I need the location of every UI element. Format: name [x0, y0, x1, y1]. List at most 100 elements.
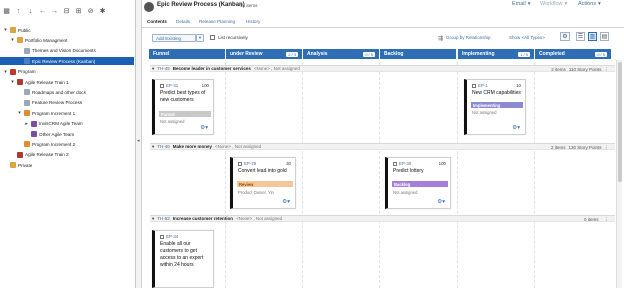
column-title: Backlog — [384, 51, 404, 57]
swimlane-header[interactable]: ▾ TH-45 Become leader in customer services… — [150, 65, 615, 72]
card-id-link[interactable]: EP-1 — [478, 83, 488, 88]
grid-icon[interactable]: ▦ — [2, 7, 11, 16]
sidebar-item-agile-release-train-1[interactable]: ▾ Agile Release Train 1 — [0, 78, 134, 86]
card-settings-icon[interactable]: ⚙▾ — [512, 125, 520, 131]
sidebar-item-program-increment-2[interactable]: Program Increment 2 — [0, 140, 134, 148]
card-id-link[interactable]: EP-34 — [166, 234, 178, 239]
swimlane-header[interactable]: ▾ TH-53 Increase customer retention <None> … — [150, 215, 615, 222]
card-title: Predict lottery — [393, 168, 424, 175]
column-header-implementing: Implementing 1 / 5 — [458, 49, 534, 59]
card-title-line: Predict lottery — [393, 168, 424, 174]
card-title: Convert lead into gold — [238, 168, 287, 175]
card-checkbox[interactable] — [160, 234, 164, 239]
kanban-card[interactable]: EP-29 30 Convert lead into gold Review Produ… — [230, 157, 296, 209]
collapse-arrow-icon[interactable]: ▾ — [152, 66, 154, 72]
team-icon — [31, 120, 37, 127]
card-checkbox[interactable] — [160, 83, 164, 88]
team-icon — [31, 131, 37, 137]
expanded-arrow-icon[interactable]: ▾ — [3, 69, 8, 75]
collapse-icon[interactable]: ⊟ — [62, 7, 71, 16]
list-recursively-checkbox[interactable] — [210, 35, 215, 40]
collapse-arrow-icon[interactable]: ▾ — [152, 144, 154, 150]
group-by-dropdown[interactable]: Group by Relationship — [446, 35, 491, 40]
card-settings-icon[interactable]: ⚙▾ — [200, 125, 208, 131]
doc-icon — [24, 89, 30, 96]
workflow-menu-label: Workflow — [540, 1, 563, 7]
group-icon[interactable]: ⇶ — [438, 35, 443, 42]
column-title: Analysis — [307, 51, 328, 57]
card-checkbox[interactable] — [472, 83, 476, 88]
tab-history[interactable]: History — [246, 19, 260, 24]
settings-icon[interactable]: ✱ — [98, 7, 107, 16]
kanban-card[interactable]: EP-30 100 Predict lottery Backlog Not assign… — [385, 157, 451, 209]
show-types-dropdown[interactable]: Show <All Types> — [509, 35, 545, 40]
theme-id[interactable]: TH-46 — [157, 144, 170, 149]
theme-id[interactable]: TH-53 — [157, 216, 170, 221]
collapse-handle-icon[interactable]: ◂ — [137, 138, 141, 146]
kanban-card[interactable]: EP-1 10 New CRM capabilities Implementing No… — [464, 79, 526, 135]
sidebar-item-epic-review-process-kanban[interactable]: Epic Review Process (Kanban) — [0, 57, 134, 66]
list-view-icon[interactable]: ☰ — [576, 32, 585, 41]
card-id-link[interactable]: EP-29 — [244, 161, 256, 166]
column-separator — [225, 62, 226, 288]
card-checkbox[interactable] — [238, 161, 242, 166]
collapsed-arrow-icon[interactable]: ▸ — [24, 121, 29, 127]
back-arrow-icon[interactable]: ← — [38, 7, 47, 16]
card-settings-icon[interactable]: ⚙▾ — [437, 199, 445, 205]
expanded-arrow-icon[interactable]: ▾ — [3, 27, 8, 33]
sidebar-item-label: Agile Release Train 1 — [25, 79, 69, 85]
board-view-icon[interactable]: ▥ — [588, 32, 597, 41]
kanban-card[interactable]: EP-31 100 Predict best types of new custome… — [152, 79, 214, 135]
actions-menu[interactable]: Actions ▾ — [578, 1, 601, 7]
swimlane-owner: <None> , Not assigned — [215, 144, 262, 149]
forward-arrow-icon[interactable]: → — [50, 7, 59, 16]
card-settings-icon[interactable]: ⚙▾ — [282, 199, 290, 205]
add-existing-button[interactable]: Add Existing — [152, 34, 196, 42]
vertical-scrollbar[interactable] — [616, 60, 622, 288]
tab-contents[interactable]: Contents — [147, 19, 167, 24]
chevron-down-icon: ▾ — [527, 1, 531, 7]
sidebar-item-program-increment-1[interactable]: ▾ Program Increment 1 — [0, 109, 134, 117]
chevron-down-icon: ▾ — [564, 1, 568, 7]
wip-limit-badge: 0 / 5 — [363, 51, 375, 57]
tab-details[interactable]: Details — [176, 19, 190, 24]
collapse-arrow-icon[interactable]: ▾ — [152, 216, 154, 222]
kanban-card[interactable]: EP-34 Enable all our customers to get acces… — [152, 230, 214, 288]
sidebar-item-program[interactable]: ▾ Program — [0, 68, 134, 76]
card-id-link[interactable]: EP-31 — [166, 83, 178, 88]
sidebar-item-inviscrm-agile-team[interactable]: ▸ InvisCRM Agile Team — [0, 120, 134, 128]
detail-view-icon[interactable]: ▤ — [600, 32, 609, 41]
swimlane-menu-icon[interactable]: ⋮ — [605, 217, 610, 223]
up-arrow-icon[interactable]: ↑ — [14, 7, 23, 16]
expanded-arrow-icon[interactable]: ▾ — [10, 79, 15, 85]
card-owner: Not assigned — [393, 190, 418, 195]
scrollbar-thumb[interactable] — [618, 62, 622, 182]
folder-icon — [10, 162, 16, 169]
email-menu[interactable]: Email ▾ — [512, 1, 531, 7]
theme-id[interactable]: TH-45 — [157, 66, 170, 71]
sidebar-item-roadmaps-and-other-docs[interactable]: Roadmaps and other docs — [0, 88, 134, 96]
add-existing-dropdown[interactable]: ▾ — [196, 34, 204, 42]
sidebar-item-other-agile-team[interactable]: Other Agile Team — [0, 130, 134, 138]
card-title-line: Predict best types of — [160, 90, 206, 96]
kanban-icon — [24, 58, 30, 65]
sidebar-item-agile-release-train-2[interactable]: Agile Release Train 2 — [0, 151, 134, 159]
card-id-link[interactable]: EP-30 — [399, 161, 411, 166]
filter-icon[interactable]: ⊘ — [86, 7, 95, 16]
sidebar-item-portfolio-managment[interactable]: ▾ Portfolio Managment — [0, 36, 134, 44]
sidebar-item-feature-review-process[interactable]: Feature Review Process — [0, 99, 134, 107]
sidebar-item-public[interactable]: ▾ Public — [0, 26, 134, 34]
swimlane-menu-icon[interactable]: ⋮ — [605, 145, 610, 151]
settings-icon[interactable]: ⚙ — [560, 32, 570, 41]
sidebar-item-themes-and-vision-documents[interactable]: Themes and Vision Documents — [0, 47, 134, 55]
card-checkbox[interactable] — [393, 161, 397, 166]
down-arrow-icon[interactable]: ↓ — [26, 7, 35, 16]
expanded-arrow-icon[interactable]: ▾ — [17, 110, 22, 116]
swimlane-header[interactable]: ▾ TH-46 Make more money <None> , Not assign… — [150, 143, 615, 150]
workflow-menu[interactable]: Workflow ▾ — [540, 1, 567, 7]
expanded-arrow-icon[interactable]: ▾ — [10, 37, 15, 43]
expand-icon[interactable]: ⊞ — [74, 7, 83, 16]
swimlane-menu-icon[interactable]: ⋮ — [605, 67, 610, 73]
tab-release-planning[interactable]: Release Planning — [199, 19, 235, 24]
sidebar-item-private[interactable]: Private — [0, 161, 134, 169]
